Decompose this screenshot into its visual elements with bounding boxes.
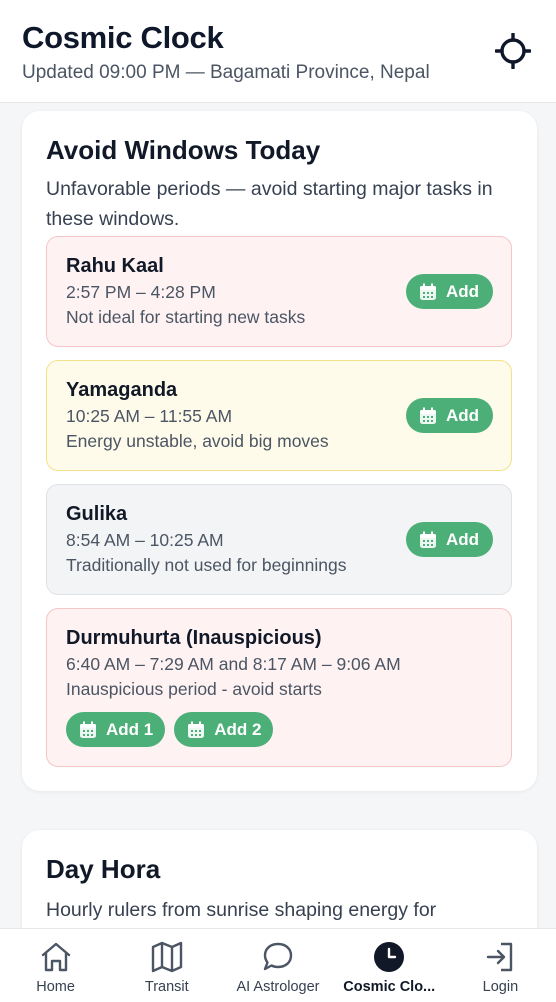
nav-label: Login [482, 979, 519, 995]
day-hora-description: Hourly rulers from sunrise shaping energ… [46, 899, 437, 921]
chat-bubble-icon [260, 939, 296, 975]
nav-label: Home [36, 979, 75, 995]
nav-item-ai-astrologer[interactable]: AI Astrologer [222, 929, 333, 1002]
nav-label: Cosmic Clo... [343, 979, 436, 995]
window-note: Not ideal for starting new tasks [66, 307, 306, 327]
map-icon [149, 939, 185, 975]
add-to-calendar-button[interactable]: Add [405, 398, 493, 433]
bottom-nav: Home Transit AI Astrologer Cosmic Clo...… [0, 928, 556, 1002]
calendar-icon [418, 406, 438, 426]
avoid-windows-description: Unfavorable periods — avoid starting maj… [46, 178, 493, 230]
add-to-calendar-button[interactable]: Add [405, 522, 493, 557]
window-note: Energy unstable, avoid big moves [66, 431, 329, 451]
nav-item-login[interactable]: Login [445, 929, 556, 1002]
nav-item-cosmic-clock[interactable]: Cosmic Clo... [334, 929, 445, 1002]
window-note: Inauspicious period - avoid starts [66, 679, 322, 699]
window-yamaganda: Yamaganda 10:25 AM – 11:55 AM Energy uns… [46, 360, 512, 471]
nav-label: AI Astrologer [236, 979, 320, 995]
app-header: Cosmic Clock Updated 09:00 PM — Bagamati… [0, 0, 556, 103]
window-name: Durmuhurta (Inauspicious) [66, 627, 322, 649]
window-gulika: Gulika 8:54 AM – 10:25 AM Traditionally … [46, 484, 512, 595]
add-buttons-row: Add 1 Add 2 [66, 712, 491, 747]
add-to-calendar-button[interactable]: Add [405, 274, 493, 309]
add-button-label: Add 1 [106, 719, 154, 739]
calendar-icon [418, 282, 438, 302]
add-1-button[interactable]: Add 1 [66, 712, 166, 747]
avoid-windows-card: Avoid Windows Today Unfavorable periods … [22, 111, 537, 791]
home-icon [38, 939, 74, 975]
add-2-button[interactable]: Add 2 [174, 712, 274, 747]
add-button-label: Add [445, 529, 479, 549]
nav-label: Transit [144, 979, 189, 995]
locate-button[interactable] [494, 32, 532, 70]
window-time: 6:40 AM – 7:29 AM and 8:17 AM – 9:06 AM [66, 654, 401, 674]
day-hora-card: Day Hora Hourly rulers from sunrise shap… [22, 830, 537, 928]
calendar-icon [78, 720, 98, 740]
window-durmuhurta: Durmuhurta (Inauspicious) 6:40 AM – 7:29… [46, 608, 512, 767]
avoid-windows-title: Avoid Windows Today [46, 135, 321, 165]
calendar-icon [186, 720, 206, 740]
updated-location-text: Updated 09:00 PM — Bagamati Province, Ne… [22, 62, 430, 83]
add-button-label: Add [445, 281, 479, 301]
content-scroll[interactable]: Avoid Windows Today Unfavorable periods … [0, 104, 556, 928]
window-rahu-kaal: Rahu Kaal 2:57 PM – 4:28 PM Not ideal fo… [46, 236, 512, 347]
clock-icon [371, 939, 407, 975]
calendar-icon [418, 530, 438, 550]
crosshair-icon [495, 33, 531, 69]
add-button-label: Add [445, 405, 479, 425]
add-button-label: Add 2 [214, 719, 262, 739]
login-icon [482, 939, 518, 975]
window-note: Traditionally not used for beginnings [66, 555, 347, 575]
nav-item-transit[interactable]: Transit [111, 929, 222, 1002]
nav-item-home[interactable]: Home [0, 929, 111, 1002]
page-title: Cosmic Clock [22, 20, 224, 55]
day-hora-title: Day Hora [46, 854, 161, 884]
